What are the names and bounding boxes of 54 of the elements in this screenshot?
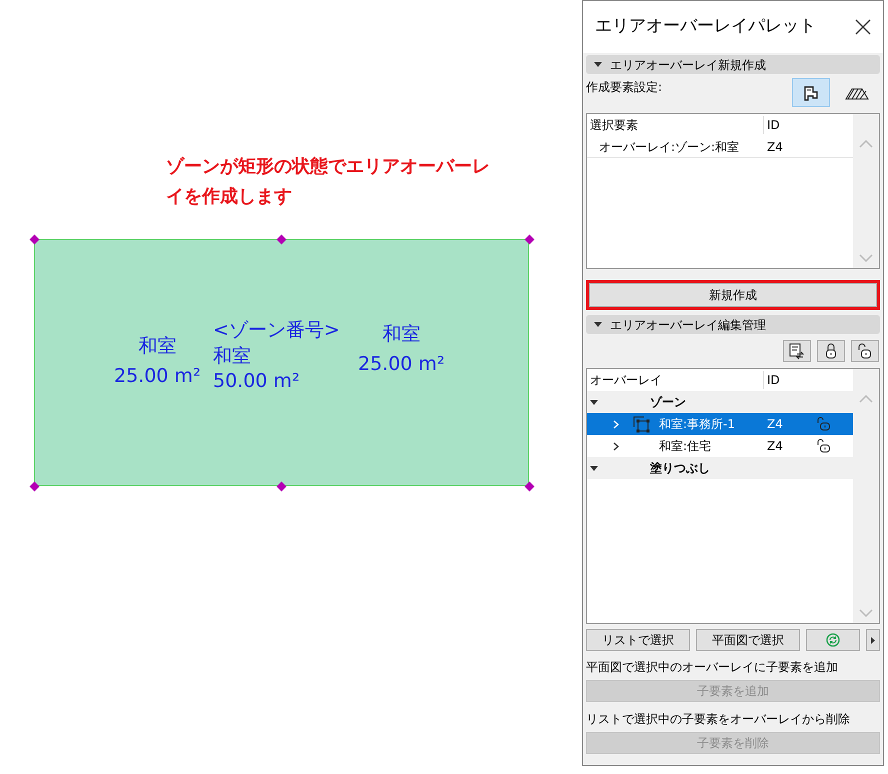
triangle-icon [871,636,875,644]
tree-row[interactable]: 和室:事務所-1 Z4 [587,413,853,435]
section-header[interactable]: エリアオーバーレイ新規作成 [586,55,880,74]
zone-label: 25.00 m² [114,364,201,389]
zone-label: 和室 [137,334,178,359]
column-header[interactable]: オーバーレイ [587,371,764,389]
tool-button[interactable] [851,340,879,362]
column-header[interactable]: ID [764,116,853,134]
close-icon[interactable] [855,19,871,35]
select-button[interactable]: 平面図で選択 [696,629,800,651]
zone-label: 25.00 m² [358,352,445,377]
chevron-right-icon [613,442,619,450]
table-cell-text: Z4 [767,438,784,455]
swap-icon [788,342,806,360]
palette-title: エリアオーバーレイパレット [595,15,816,38]
zone-label: <ゾーン番号> [213,318,340,343]
table-cell-text: オーバーレイ:ゾーン:和室 [598,138,740,156]
group-row[interactable]: ゾーン [587,391,853,413]
column-header[interactable]: 選択要素 [587,116,764,134]
group-row[interactable]: 塗りつぶし [587,457,853,479]
triangle-icon [594,322,602,327]
triangle-icon [594,62,602,67]
chevron-right-icon [613,420,619,428]
unlock-icon [856,342,874,360]
tool-button[interactable] [783,340,811,362]
select-button[interactable]: リストで選択 [586,629,690,651]
column-header[interactable]: ID [764,371,853,389]
more-button[interactable] [866,629,880,651]
triangle-icon [590,400,598,404]
tool-button[interactable] [792,78,830,107]
row-label[interactable]: 和室:事務所-1 [659,415,736,433]
hint-text: 平面図で選択中のオーバーレイに子要素を追加 [586,659,839,676]
tool-button[interactable] [817,340,845,362]
zone-label: 50.00 m² [213,369,301,394]
zone-label: 和室 [213,344,252,369]
row-label[interactable]: 和室:住宅 [659,437,712,455]
unlock-icon[interactable] [817,439,831,453]
table-cell-text: Z4 [767,416,784,433]
group-label: ゾーン [650,394,686,411]
refresh-icon [826,633,840,647]
selection-handle[interactable] [524,234,534,244]
group-label: 塗りつぶし [650,460,710,477]
selection-handle[interactable] [30,234,40,244]
annotation-text: ゾーンが矩形の状態でエリアオーバーレイを作成します [166,155,491,209]
zone-label: 和室 [381,322,422,347]
selection-handle[interactable] [30,482,40,492]
setting-label: 作成要素設定: [586,79,662,96]
triangle-icon [590,466,598,470]
section-header[interactable]: エリアオーバーレイ編集管理 [586,315,880,334]
refresh-button[interactable] [806,629,860,651]
create-button[interactable]: 新規作成 [589,283,877,307]
table-cell-text: Z4 [766,138,784,156]
hint-text: リストで選択中の子要素をオーバーレイから削除 [586,711,851,728]
tree-row[interactable]: 和室:住宅 Z4 [587,435,853,457]
